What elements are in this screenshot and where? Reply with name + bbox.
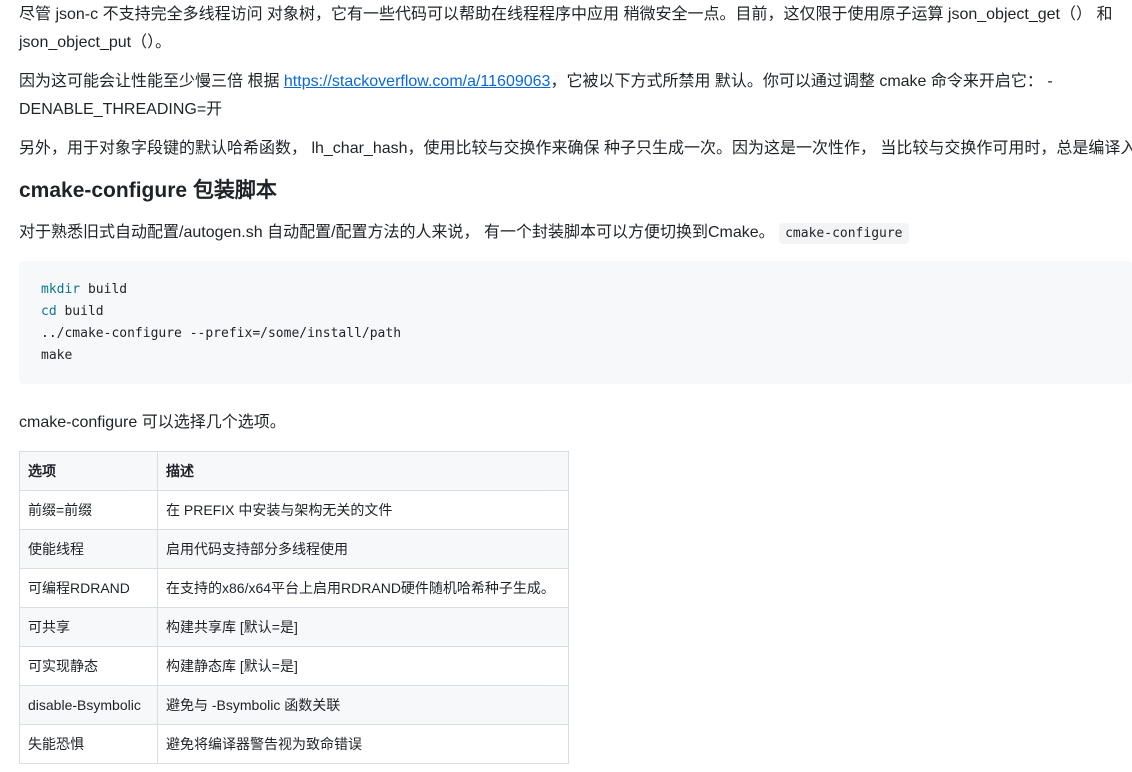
table-cell-description: 避免将编译器警告视为致命错误: [157, 724, 569, 764]
text-span: 对于熟悉旧式自动配置/autogen.sh 自动配置/配置方法的人来说， 有一个…: [19, 224, 775, 241]
code-text: build: [80, 282, 128, 297]
stackoverflow-link[interactable]: https://stackoverflow.com/a/11609063: [284, 73, 551, 90]
paragraph-line: json_object_put（）。: [19, 34, 172, 51]
table-cell-description: 构建共享库 [默认=是]: [157, 607, 569, 647]
table-row: 可编程RDRAND 在支持的x86/x64平台上启用RDRAND硬件随机哈希种子…: [19, 568, 569, 608]
table-cell-option: 可实现静态: [19, 646, 158, 686]
column-header-option: 选项: [19, 451, 158, 491]
table-row: 可实现静态 构建静态库 [默认=是]: [19, 646, 569, 686]
table-row: 可共享 构建共享库 [默认=是]: [19, 607, 569, 647]
code-keyword: cd: [41, 304, 57, 319]
table-header-row: 选项 描述: [19, 451, 569, 491]
column-header-description: 描述: [157, 451, 569, 491]
table-row: 使能线程 启用代码支持部分多线程使用: [19, 529, 569, 569]
text-span: 因为这可能会让性能至少慢三倍 根据: [19, 73, 284, 90]
table-cell-description: 在支持的x86/x64平台上启用RDRAND硬件随机哈希种子生成。: [157, 568, 569, 608]
table-row: 失能恐惧 避免将编译器警告视为致命错误: [19, 724, 569, 764]
paragraph-options-intro: cmake-configure 可以选择几个选项。: [19, 414, 286, 431]
table-cell-description: 避免与 -Bsymbolic 函数关联: [157, 685, 569, 725]
table-cell-description: 启用代码支持部分多线程使用: [157, 529, 569, 569]
table-cell-option: 使能线程: [19, 529, 158, 569]
paragraph-threading-intro: 尽管 json-c 不支持完全多线程访问 对象树，它有一些代码可以帮助在线程程序…: [19, 1, 1112, 57]
text-span: ，它被以下方式所禁用 默认。你可以通过调整 cmake 命令来开启它： -: [550, 73, 1053, 90]
paragraph-line: 因为这可能会让性能至少慢三倍 根据 https://stackoverflow.…: [19, 68, 1053, 96]
table-cell-option: 失能恐惧: [19, 724, 158, 764]
code-text: ../cmake-configure --prefix=/some/instal…: [41, 326, 402, 341]
table-cell-option: 可编程RDRAND: [19, 568, 158, 608]
table-cell-option: disable-Bsymbolic: [19, 685, 158, 725]
paragraph-threading-disabled: 因为这可能会让性能至少慢三倍 根据 https://stackoverflow.…: [19, 68, 1053, 124]
code-keyword: mkdir: [41, 282, 81, 297]
options-table: 选项 描述 前缀=前缀 在 PREFIX 中安装与架构无关的文件 使能线程 启用…: [19, 451, 569, 764]
section-heading: cmake-configure 包装脚本: [19, 179, 277, 202]
table-cell-description: 构建静态库 [默认=是]: [157, 646, 569, 686]
code-text: make: [41, 348, 73, 363]
table-cell-option: 可共享: [19, 607, 158, 647]
inline-code: cmake-configure: [779, 223, 909, 244]
table-cell-option: 前缀=前缀: [19, 490, 158, 530]
table-cell-description: 在 PREFIX 中安装与架构无关的文件: [157, 490, 569, 530]
code-block[interactable]: mkdir build cd build ../cmake-configure …: [19, 261, 1132, 384]
code-content: mkdir build cd build ../cmake-configure …: [41, 279, 401, 367]
table-row: 前缀=前缀 在 PREFIX 中安装与架构无关的文件: [19, 490, 569, 530]
paragraph-wrapper-script: 对于熟悉旧式自动配置/autogen.sh 自动配置/配置方法的人来说， 有一个…: [19, 219, 909, 248]
code-text: build: [56, 304, 104, 319]
paragraph-line: 尽管 json-c 不支持完全多线程访问 对象树，它有一些代码可以帮助在线程程序…: [19, 6, 1113, 23]
paragraph-hash-function: 另外，用于对象字段键的默认哈希函数， lh_char_hash，使用比较与交换作…: [19, 140, 1132, 157]
paragraph-line: DENABLE_THREADING=开: [19, 101, 223, 118]
table-row: disable-Bsymbolic 避免与 -Bsymbolic 函数关联: [19, 685, 569, 725]
